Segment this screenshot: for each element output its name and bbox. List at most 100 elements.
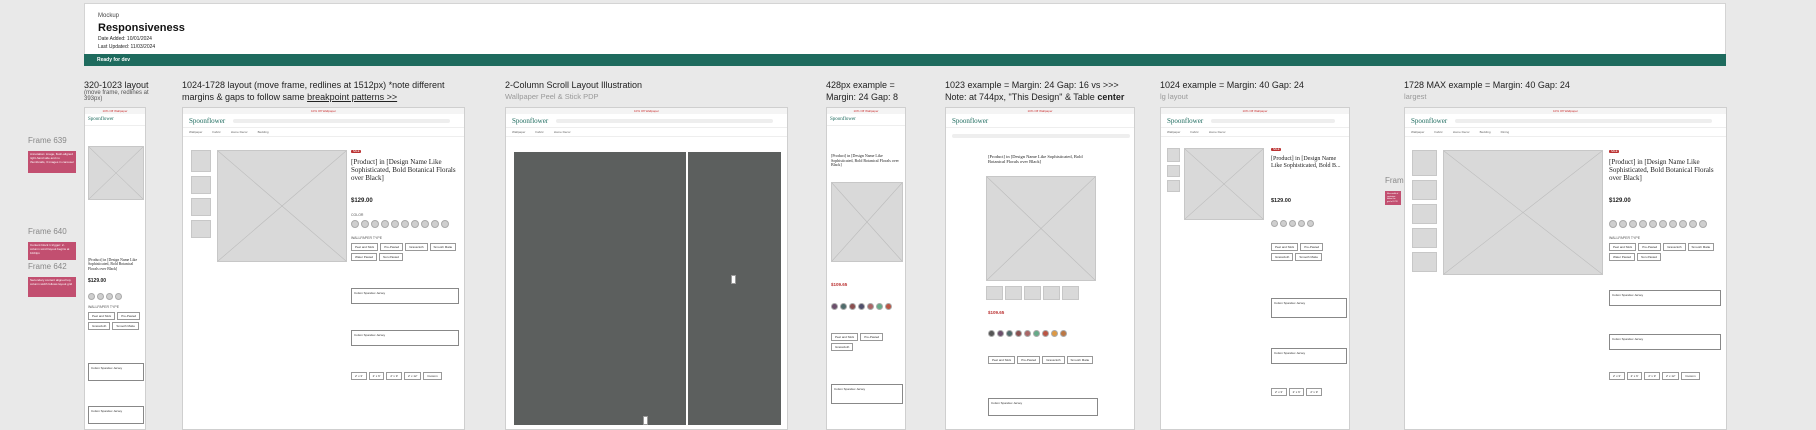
swatch[interactable] <box>401 220 409 228</box>
swatch[interactable] <box>1298 220 1305 227</box>
size-chip[interactable]: 2' x 3' <box>1271 388 1287 396</box>
brand-logo[interactable]: Spoonflower <box>512 117 548 125</box>
thumbnail[interactable] <box>1412 204 1437 224</box>
size-chip[interactable]: 2' x 12' <box>1661 372 1680 380</box>
size-chip[interactable]: 2' x 9' <box>386 372 402 380</box>
swatch[interactable] <box>997 330 1004 337</box>
swatch[interactable] <box>1689 220 1697 228</box>
product-image[interactable] <box>88 146 144 200</box>
product-image[interactable] <box>217 150 347 262</box>
swatch[interactable] <box>381 220 389 228</box>
thumbnail[interactable] <box>1005 286 1022 300</box>
swatch[interactable] <box>988 330 995 337</box>
type-chip[interactable]: Pre-Pasted <box>1638 243 1662 251</box>
type-chip[interactable]: Smooth Matte <box>1687 243 1715 251</box>
swatch[interactable] <box>97 293 104 300</box>
thumbnail[interactable] <box>1167 180 1180 192</box>
thumbnail[interactable] <box>1062 286 1079 300</box>
type-chip[interactable]: Pre-Pasted <box>860 333 884 341</box>
swatch[interactable] <box>1289 220 1296 227</box>
fabric-box-2[interactable]: Cotton Spandex Jersey <box>351 330 459 346</box>
thumbnail[interactable] <box>1167 148 1180 162</box>
swatch[interactable] <box>411 220 419 228</box>
thumbnail[interactable] <box>191 198 211 216</box>
search-input[interactable] <box>233 118 450 123</box>
search-input[interactable] <box>1455 118 1712 123</box>
fabric-box[interactable]: Cotton Spandex Jersey <box>351 288 459 304</box>
swatch[interactable] <box>371 220 379 228</box>
breakpoint-patterns-link[interactable]: breakpoint patterns >> <box>307 92 397 102</box>
swatch[interactable] <box>361 220 369 228</box>
swatch[interactable] <box>1024 330 1031 337</box>
thumbnail[interactable] <box>1412 228 1437 248</box>
swatch[interactable] <box>1271 220 1278 227</box>
type-chip[interactable]: Water Pasted <box>1609 253 1636 261</box>
swatch[interactable] <box>88 293 95 300</box>
swatch[interactable] <box>1042 330 1049 337</box>
size-chip[interactable]: 2' x 12' <box>403 372 422 380</box>
size-chip[interactable]: 2' x 9' <box>1306 388 1322 396</box>
color-swatches[interactable] <box>1609 220 1707 228</box>
size-chip[interactable]: Custom <box>1681 372 1700 380</box>
color-swatches[interactable] <box>1271 220 1314 227</box>
type-chip[interactable]: Pre-Pasted <box>380 243 404 251</box>
type-chip[interactable]: Smooth Matte <box>1066 356 1094 364</box>
swatch[interactable] <box>867 303 874 310</box>
swatch[interactable] <box>115 293 122 300</box>
color-swatches[interactable] <box>88 293 122 300</box>
brand-logo[interactable]: Spoonflower <box>952 117 988 125</box>
swatch[interactable] <box>1669 220 1677 228</box>
size-chip[interactable]: 2' x 9' <box>1644 372 1660 380</box>
fabric-box-2[interactable]: Cotton Spandex Jersey <box>88 406 144 424</box>
brand-logo[interactable]: Spoonflower <box>1411 117 1447 125</box>
scroll-handle-icon[interactable] <box>643 416 648 425</box>
type-chip[interactable]: Grasscloth <box>1271 253 1294 261</box>
fabric-box-2[interactable]: Cotton Spandex Jersey <box>1609 334 1721 350</box>
type-chip[interactable]: Water Pasted <box>351 253 378 261</box>
thumbnail[interactable] <box>191 150 211 172</box>
color-swatches[interactable] <box>831 303 892 310</box>
type-chip[interactable]: Pre-Pasted <box>1300 243 1324 251</box>
search-input[interactable] <box>556 118 773 123</box>
swatch[interactable] <box>1649 220 1657 228</box>
swatch[interactable] <box>858 303 865 310</box>
color-swatches[interactable] <box>988 330 1067 337</box>
search-input[interactable] <box>952 134 1130 138</box>
thumbnail[interactable] <box>191 220 211 238</box>
size-chip[interactable]: 2' x 6' <box>1626 372 1643 380</box>
type-chip[interactable]: Peel and Stick <box>88 312 116 320</box>
size-chip[interactable]: 2' x 3' <box>1609 372 1625 380</box>
fabric-box[interactable]: Cotton Spandex Jersey <box>988 398 1098 416</box>
product-image[interactable] <box>1443 150 1603 275</box>
swatch[interactable] <box>1639 220 1647 228</box>
size-chip[interactable]: Custom <box>423 372 442 380</box>
swatch[interactable] <box>391 220 399 228</box>
brand-logo[interactable]: Spoonflower <box>88 117 114 122</box>
product-image[interactable] <box>1184 148 1264 220</box>
size-chip[interactable]: 2' x 6' <box>368 372 385 380</box>
swatch[interactable] <box>831 303 838 310</box>
thumbnail[interactable] <box>191 176 211 194</box>
size-chip[interactable]: 2' x 6' <box>1288 388 1305 396</box>
swatch[interactable] <box>1307 220 1314 227</box>
thumbnail[interactable] <box>986 286 1003 300</box>
type-chip[interactable]: Smooth Matte <box>1295 253 1323 261</box>
swatch[interactable] <box>351 220 359 228</box>
brand-logo[interactable]: Spoonflower <box>1167 117 1203 125</box>
thumbnail[interactable] <box>1412 150 1437 176</box>
type-chip[interactable]: Non-Pasted <box>379 253 403 261</box>
swatch[interactable] <box>1659 220 1667 228</box>
swatch[interactable] <box>421 220 429 228</box>
thumbnail[interactable] <box>1412 180 1437 200</box>
swatch[interactable] <box>431 220 439 228</box>
search-input[interactable] <box>1211 118 1335 123</box>
type-chip[interactable]: Peel and Stick <box>351 243 379 251</box>
brand-logo[interactable]: Spoonflower <box>830 117 856 122</box>
thumbnail[interactable] <box>1167 165 1180 177</box>
brand-logo[interactable]: Spoonflower <box>189 117 225 125</box>
thumbnail[interactable] <box>1043 286 1060 300</box>
product-image[interactable] <box>986 176 1096 281</box>
swatch[interactable] <box>1033 330 1040 337</box>
type-chip[interactable]: Smooth Matte <box>429 243 457 251</box>
size-chip[interactable]: 2' x 3' <box>351 372 367 380</box>
